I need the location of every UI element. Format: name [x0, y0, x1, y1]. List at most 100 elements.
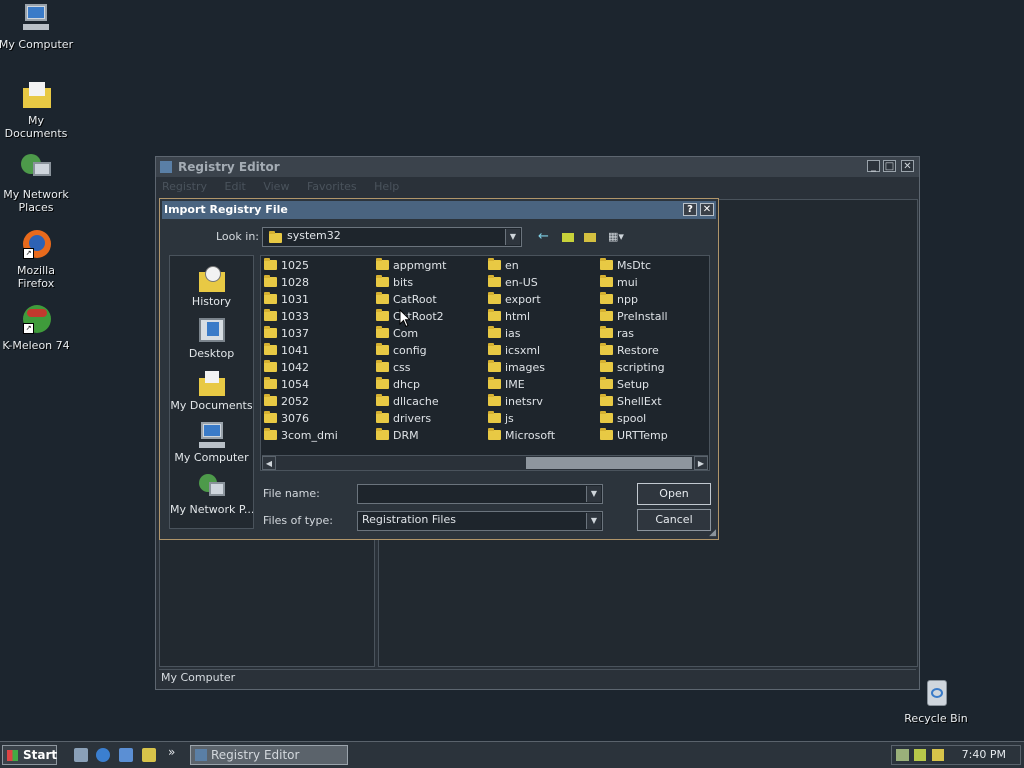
folder-item[interactable]: images [487, 359, 545, 376]
folder-item[interactable]: html [487, 308, 530, 325]
folder-item[interactable]: dhcp [375, 376, 420, 393]
menu-registry[interactable]: Registry [162, 180, 207, 193]
start-button[interactable]: Start [2, 745, 57, 765]
folder-icon [376, 309, 389, 321]
folder-name: Microsoft [505, 429, 556, 442]
look-in-dropdown[interactable]: system32 ▼ [262, 227, 522, 247]
folder-item[interactable]: ShellExt [599, 393, 662, 410]
folder-item[interactable]: 3com_dmi [263, 427, 338, 444]
horizontal-scrollbar[interactable]: ◀ ▶ [262, 455, 708, 470]
folder-item[interactable]: mui [599, 274, 638, 291]
cancel-button[interactable]: Cancel [637, 509, 711, 531]
network-globe-icon [19, 152, 53, 186]
folder-item[interactable]: appmgmt [375, 257, 446, 274]
places-item-history[interactable]: History [170, 264, 253, 308]
desktop-icon-my-network-places[interactable]: My Network Places [0, 152, 74, 214]
folder-item[interactable]: 1041 [263, 342, 309, 359]
search-icon[interactable] [142, 748, 156, 762]
desktop-icon-my-computer[interactable]: My Computer [0, 2, 74, 51]
scroll-left-icon[interactable]: ◀ [262, 456, 276, 470]
places-item-my-documents[interactable]: My Documents [170, 368, 253, 412]
desktop-icon-my-documents[interactable]: My Documents [0, 78, 74, 140]
desktop-icon-k-meleon[interactable]: ↗ K-Meleon 74 [0, 303, 74, 352]
chevron-down-icon[interactable]: ▼ [586, 486, 601, 502]
clock[interactable]: 7:40 PM [962, 746, 1006, 764]
folder-item[interactable]: 3076 [263, 410, 309, 427]
folder-item[interactable]: IME [487, 376, 525, 393]
menu-view[interactable]: View [263, 180, 289, 193]
folder-item[interactable]: ras [599, 325, 634, 342]
folder-name: scripting [617, 361, 665, 374]
tool-tray-icon[interactable] [932, 749, 944, 761]
folder-item[interactable]: 1042 [263, 359, 309, 376]
folder-item[interactable]: CatRoot [375, 291, 437, 308]
folder-item[interactable]: en-US [487, 274, 538, 291]
places-item-my-computer[interactable]: My Computer [170, 420, 253, 464]
folder-item[interactable]: Restore [599, 342, 659, 359]
network-tray-icon[interactable] [896, 749, 909, 761]
scrollbar-thumb[interactable] [526, 457, 692, 469]
resize-grip-icon[interactable]: ◢ [709, 528, 716, 538]
file-name-input[interactable]: ▼ [357, 484, 603, 504]
places-item-my-network-places[interactable]: My Network P... [170, 472, 253, 516]
folder-item[interactable]: Com [375, 325, 418, 342]
folder-item[interactable]: 1025 [263, 257, 309, 274]
file-list[interactable]: 1025 1028 1031 1033 1037 1041 1042 1054 2052 3076… [260, 255, 710, 471]
internet-explorer-icon[interactable] [96, 748, 110, 762]
folder-item[interactable]: URTTemp [599, 427, 668, 444]
folder-item[interactable]: MsDtc [599, 257, 651, 274]
menu-edit[interactable]: Edit [225, 180, 246, 193]
folder-item[interactable]: 2052 [263, 393, 309, 410]
show-desktop-icon[interactable] [74, 748, 88, 762]
folder-item[interactable]: 1028 [263, 274, 309, 291]
outlook-express-icon[interactable] [119, 748, 133, 762]
view-menu-icon[interactable]: ▦▾ [608, 229, 624, 245]
folder-item[interactable]: 1033 [263, 308, 309, 325]
folder-item[interactable]: js [487, 410, 514, 427]
registry-editor-titlebar[interactable]: Registry Editor _ □ ✕ [156, 157, 919, 177]
folder-item[interactable]: DRM [375, 427, 419, 444]
folder-item[interactable]: npp [599, 291, 638, 308]
folder-item[interactable]: Microsoft [487, 427, 555, 444]
folder-item[interactable]: PreInstall [599, 308, 668, 325]
folder-item[interactable]: export [487, 291, 541, 308]
menu-help[interactable]: Help [374, 180, 399, 193]
minimize-button[interactable]: _ [867, 160, 880, 172]
maximize-button[interactable]: □ [883, 160, 896, 172]
new-folder-icon[interactable] [584, 233, 596, 242]
folder-item[interactable]: inetsrv [487, 393, 543, 410]
folder-item[interactable]: bits [375, 274, 413, 291]
folder-item[interactable]: Setup [599, 376, 649, 393]
folder-item[interactable]: css [375, 359, 411, 376]
folder-icon [488, 411, 501, 423]
quicklaunch-chevron[interactable]: » [168, 745, 175, 759]
scroll-right-icon[interactable]: ▶ [694, 456, 708, 470]
taskbar-item-registry-editor[interactable]: Registry Editor [190, 745, 348, 765]
menu-favorites[interactable]: Favorites [307, 180, 357, 193]
dialog-titlebar[interactable]: Import Registry File ? ✕ [162, 201, 716, 219]
dialog-close-button[interactable]: ✕ [700, 203, 714, 216]
chevron-down-icon[interactable]: ▼ [505, 229, 520, 245]
folder-item[interactable]: dllcache [375, 393, 439, 410]
volume-tray-icon[interactable] [914, 749, 926, 761]
folder-item[interactable]: 1037 [263, 325, 309, 342]
folder-item[interactable]: drivers [375, 410, 431, 427]
folder-item[interactable]: en [487, 257, 519, 274]
folder-item[interactable]: icsxml [487, 342, 540, 359]
dialog-title: Import Registry File [164, 203, 288, 216]
up-folder-icon[interactable] [562, 233, 574, 242]
help-button[interactable]: ? [683, 203, 697, 216]
folder-item[interactable]: ias [487, 325, 521, 342]
places-item-desktop[interactable]: Desktop [170, 316, 253, 360]
back-arrow-icon[interactable]: ← [538, 229, 549, 245]
folder-item[interactable]: 1054 [263, 376, 309, 393]
folder-item[interactable]: 1031 [263, 291, 309, 308]
folder-item[interactable]: scripting [599, 359, 665, 376]
folder-item[interactable]: spool [599, 410, 646, 427]
open-button[interactable]: Open [637, 483, 711, 505]
files-of-type-dropdown[interactable]: Registration Files ▼ [357, 511, 603, 531]
desktop-icon-mozilla-firefox[interactable]: ↗ Mozilla Firefox [0, 228, 74, 290]
chevron-down-icon[interactable]: ▼ [586, 513, 601, 529]
folder-item[interactable]: config [375, 342, 427, 359]
close-button[interactable]: ✕ [901, 160, 914, 172]
